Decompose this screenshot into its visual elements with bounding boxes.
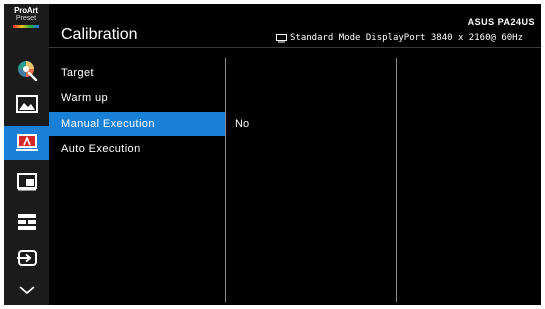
submenu-option-no[interactable]: No	[235, 112, 249, 136]
column-divider-1	[225, 58, 226, 302]
header-divider	[49, 47, 541, 48]
calibration-icon	[15, 134, 38, 151]
monitor-icon	[276, 34, 287, 43]
menu-item-warm-up[interactable]: Warm up	[49, 86, 225, 110]
proart-preset-logo[interactable]: ProArt Preset	[7, 7, 45, 41]
menu-item-target[interactable]: Target	[49, 61, 225, 85]
column-divider-2	[396, 58, 397, 302]
menu-item-label: Target	[61, 67, 94, 79]
logo-line2: Preset	[15, 15, 37, 22]
rail-item-more[interactable]	[4, 273, 49, 305]
menu-item-manual-execution[interactable]: Manual Execution	[49, 112, 225, 136]
logo-color-bar	[13, 25, 39, 28]
rail-item-qfit[interactable]	[4, 205, 49, 239]
osd-window: ProArt Preset Calibration ASUS PA24US St…	[4, 4, 541, 305]
rail-item-palette[interactable]	[4, 53, 49, 87]
rail-item-pip[interactable]	[4, 165, 49, 199]
menu-item-label: Warm up	[61, 92, 109, 104]
model-name: ASUS PA24US	[467, 17, 535, 27]
chevron-down-icon	[18, 286, 35, 295]
menu-item-label: Auto Execution	[61, 143, 141, 155]
rail-item-input[interactable]	[4, 241, 49, 275]
color-palette-icon	[17, 61, 37, 81]
image-icon	[15, 95, 38, 113]
input-select-icon	[16, 250, 37, 266]
pip-icon	[16, 173, 37, 191]
page-title: Calibration	[61, 26, 138, 43]
logo-line1: ProArt	[14, 6, 38, 15]
menu-item-label: Manual Execution	[61, 118, 155, 130]
rail-item-image[interactable]	[4, 87, 49, 121]
menu-item-auto-execution[interactable]: Auto Execution	[49, 137, 225, 161]
left-rail: ProArt Preset	[4, 4, 49, 305]
status-bar: Standard Mode DisplayPort 3840 x 2160@ 6…	[276, 33, 523, 43]
status-text: Standard Mode DisplayPort 3840 x 2160@ 6…	[290, 33, 523, 43]
qfit-icon	[17, 214, 36, 230]
rail-item-calibration[interactable]	[4, 126, 49, 160]
